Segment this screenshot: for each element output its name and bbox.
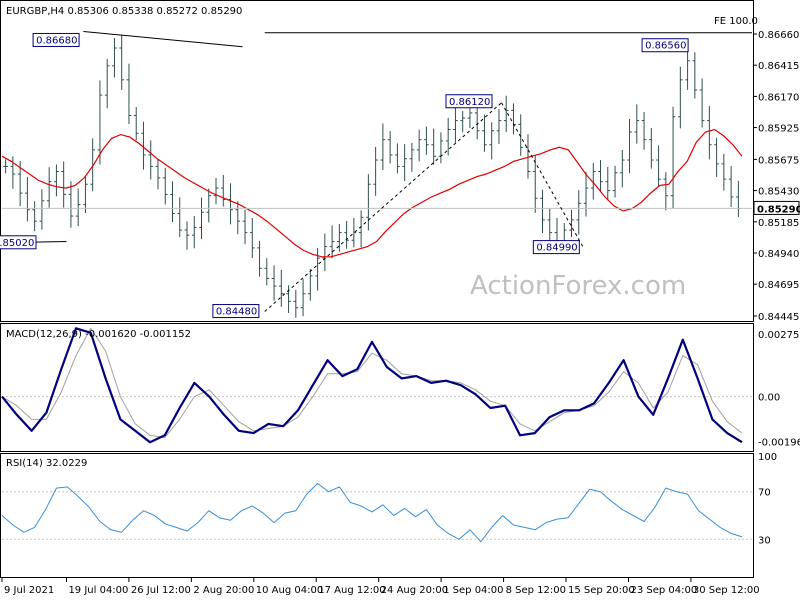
macd-axis-label: -0.001968 xyxy=(758,437,800,448)
eurgbp-chart: 0.86680 0.86560 0.86120 0.84990 0.84480 0.850… xyxy=(0,0,800,596)
rsi-axis-label: 100 xyxy=(758,452,777,463)
price-axis-label: 0.84940 xyxy=(758,249,799,260)
time-axis-label: 1 Sep 04:00 xyxy=(443,585,503,596)
price-tag-label: 0.86560 xyxy=(645,41,686,52)
symbol-header: EURGBP,H4 0.85306 0.85338 0.85272 0.8529… xyxy=(6,6,242,17)
price-axis-label: 0.85430 xyxy=(758,187,799,198)
time-axis-label: 19 Jul 04:00 xyxy=(68,585,128,596)
rsi-pane xyxy=(0,453,754,578)
price-tag-label: 0.86120 xyxy=(449,97,490,108)
price-tag-label: 0.84990 xyxy=(536,243,577,254)
rsi-axis-label: 70 xyxy=(758,488,771,499)
price-tag-label: 0.84480 xyxy=(216,307,257,318)
time-axis-label: 26 Jul 12:00 xyxy=(131,585,191,596)
time-axis-label: 10 Aug 04:00 xyxy=(256,585,323,596)
price-axis-label: 0.84445 xyxy=(758,312,799,323)
rsi-axis-label: 30 xyxy=(758,535,771,546)
current-price-label: 0.85290 xyxy=(757,204,800,215)
price-axis-label: 0.86170 xyxy=(758,92,799,103)
time-axis-label: 2 Aug 20:00 xyxy=(193,585,254,596)
time-axis-label: 23 Sep 04:00 xyxy=(630,585,697,596)
macd-axis-label: 0.002755 xyxy=(758,330,800,341)
price-tag-label: 0.85020 xyxy=(0,238,34,249)
price-axis-label: 0.86660 xyxy=(758,30,799,41)
rsi-label: RSI(14) 32.0229 xyxy=(6,458,87,469)
price-axis-label: 0.85925 xyxy=(758,124,799,135)
price-axis-label: 0.85675 xyxy=(758,155,799,166)
price-tag-label: 0.86680 xyxy=(36,35,77,46)
fe-label: FE 100.0 xyxy=(714,16,758,27)
macd-axis-label: 0.00 xyxy=(758,393,780,404)
time-axis-label: 8 Sep 12:00 xyxy=(506,585,566,596)
price-axis-label: 0.86415 xyxy=(758,61,799,72)
time-axis-label: 30 Sep 12:00 xyxy=(693,585,760,596)
time-axis-label: 17 Aug 12:00 xyxy=(318,585,385,596)
watermark: ActionForex.com xyxy=(470,271,686,301)
time-axis-label: 24 Aug 20:00 xyxy=(381,585,448,596)
price-axis-label: 0.84695 xyxy=(758,280,799,291)
price-axis-label: 0.85185 xyxy=(758,218,799,229)
time-axis-label: 9 Jul 2021 xyxy=(4,585,54,596)
time-axis-label: 15 Sep 20:00 xyxy=(568,585,635,596)
macd-label: MACD(12,26,9) -0.001620 -0.001152 xyxy=(6,329,191,340)
